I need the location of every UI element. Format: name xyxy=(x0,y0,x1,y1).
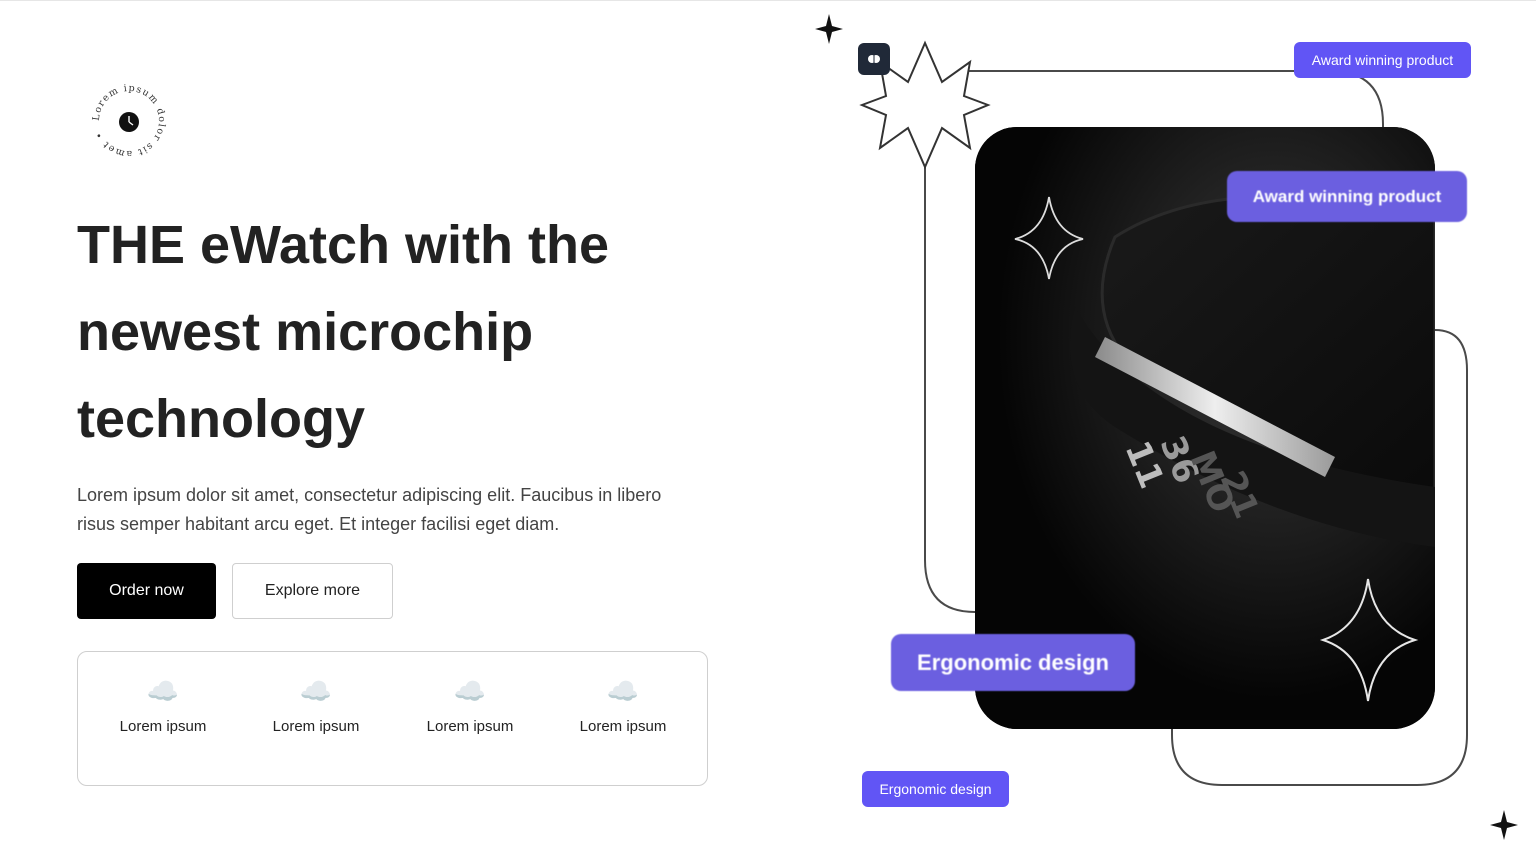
sparkle-icon xyxy=(815,14,843,44)
feature-item: ☁️ Lorem ipsum xyxy=(405,674,535,735)
cloud-icon: ☁️ xyxy=(606,676,640,706)
ergonomic-tag-blurred: Ergonomic design xyxy=(891,634,1135,691)
cloud-icon: ☁️ xyxy=(146,676,180,706)
ergonomic-design-tag: Ergonomic design xyxy=(862,771,1009,807)
feature-item: ☁️ Lorem ipsum xyxy=(98,674,228,735)
feature-label: Lorem ipsum xyxy=(119,718,207,735)
headline-line: technology xyxy=(77,389,366,449)
feature-label: Lorem ipsum xyxy=(272,718,360,735)
cloud-icon: ☁️ xyxy=(453,676,487,706)
clock-icon xyxy=(119,112,139,132)
hero-subtitle: Lorem ipsum dolor sit amet, consectetur … xyxy=(77,485,662,534)
headline-line: newest microchip xyxy=(77,302,534,362)
top-divider xyxy=(0,0,1536,1)
feature-item: ☁️ Lorem ipsum xyxy=(558,674,688,735)
cloud-icon: ☁️ xyxy=(299,676,333,706)
explore-more-button[interactable]: Explore more xyxy=(232,563,393,619)
award-tag-blurred: Award winning product xyxy=(1227,171,1467,222)
sparkle-icon xyxy=(1490,810,1518,840)
feature-item: ☁️ Lorem ipsum xyxy=(251,674,381,735)
features-card: ☁️ Lorem ipsum ☁️ Lorem ipsum ☁️ Lorem i… xyxy=(77,651,708,786)
rotating-text-badge: Lorem ipsum dolor sit amet • xyxy=(89,81,169,161)
feature-label: Lorem ipsum xyxy=(426,718,514,735)
award-winning-tag: Award winning product xyxy=(1294,42,1471,78)
page-title: THE eWatch with the newest microchip tec… xyxy=(77,202,717,463)
headline-line: THE eWatch with the xyxy=(77,215,610,275)
order-now-button[interactable]: Order now xyxy=(77,563,216,619)
microchip-icon xyxy=(858,43,890,75)
feature-label: Lorem ipsum xyxy=(579,718,667,735)
